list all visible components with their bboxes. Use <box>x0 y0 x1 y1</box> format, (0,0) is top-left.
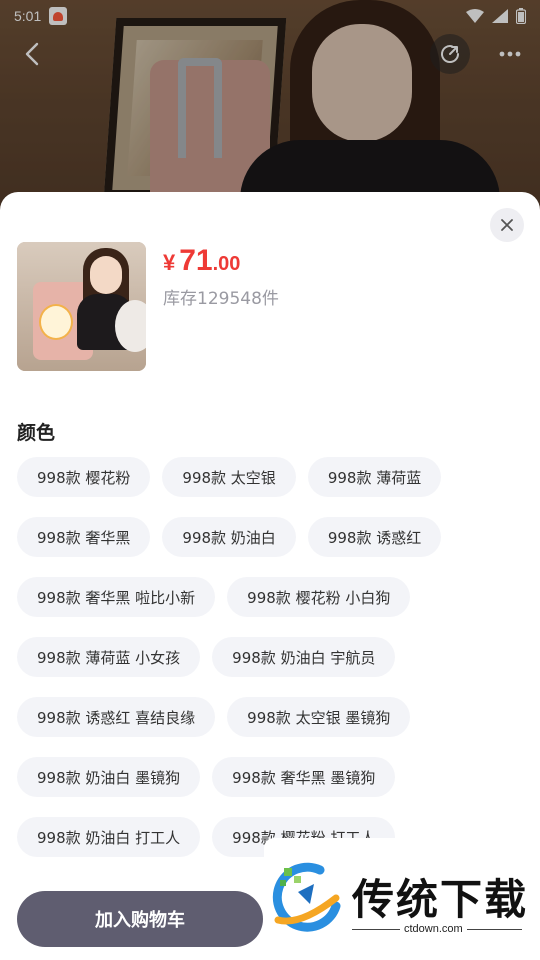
price-decimal: .00 <box>212 253 241 275</box>
close-icon <box>501 219 513 231</box>
price-integer: 71 <box>179 244 213 277</box>
color-section-title: 颜色 <box>17 422 56 444</box>
color-option[interactable]: 998款 奢华黑 啦比小新 <box>17 577 216 617</box>
color-option[interactable]: 998款 薄荷蓝 小女孩 <box>17 637 201 677</box>
watermark-url: ctdown.com <box>400 923 467 935</box>
color-option[interactable]: 998款 奶油白 打工人 <box>17 817 201 857</box>
site-watermark: 传统下载 ctdown.com <box>264 838 540 960</box>
watermark-brand: 传统下载 <box>352 875 529 924</box>
color-option[interactable]: 998款 樱花粉 小白狗 <box>227 577 411 617</box>
close-button[interactable] <box>490 208 524 242</box>
stock-count: 库存129548件 <box>163 289 279 309</box>
color-option[interactable]: 998款 奶油白 <box>162 517 296 557</box>
color-option[interactable]: 998款 奶油白 宇航员 <box>212 637 396 677</box>
color-option[interactable]: 998款 诱惑红 <box>307 517 442 557</box>
color-option[interactable]: 998款 薄荷蓝 <box>307 457 442 497</box>
price-symbol: ¥ <box>163 250 176 275</box>
color-option[interactable]: 998款 太空银 墨镜狗 <box>227 697 411 737</box>
product-thumbnail[interactable] <box>17 242 146 371</box>
color-option[interactable]: 998款 诱惑红 喜结良缘 <box>17 697 216 737</box>
color-options: 998款 樱花粉 998款 太空银 998款 薄荷蓝 998款 奢华黑 998款… <box>17 457 517 857</box>
color-option[interactable]: 998款 奶油白 墨镜狗 <box>17 757 201 797</box>
add-to-cart-button[interactable]: 加入购物车 <box>17 891 263 947</box>
watermark-logo-icon <box>272 862 341 932</box>
color-option[interactable]: 998款 奢华黑 墨镜狗 <box>212 757 396 797</box>
color-option[interactable]: 998款 奢华黑 <box>17 517 151 557</box>
color-option[interactable]: 998款 樱花粉 <box>17 457 151 497</box>
product-price: ¥ 71 .00 <box>163 244 240 278</box>
color-option[interactable]: 998款 太空银 <box>162 457 296 497</box>
